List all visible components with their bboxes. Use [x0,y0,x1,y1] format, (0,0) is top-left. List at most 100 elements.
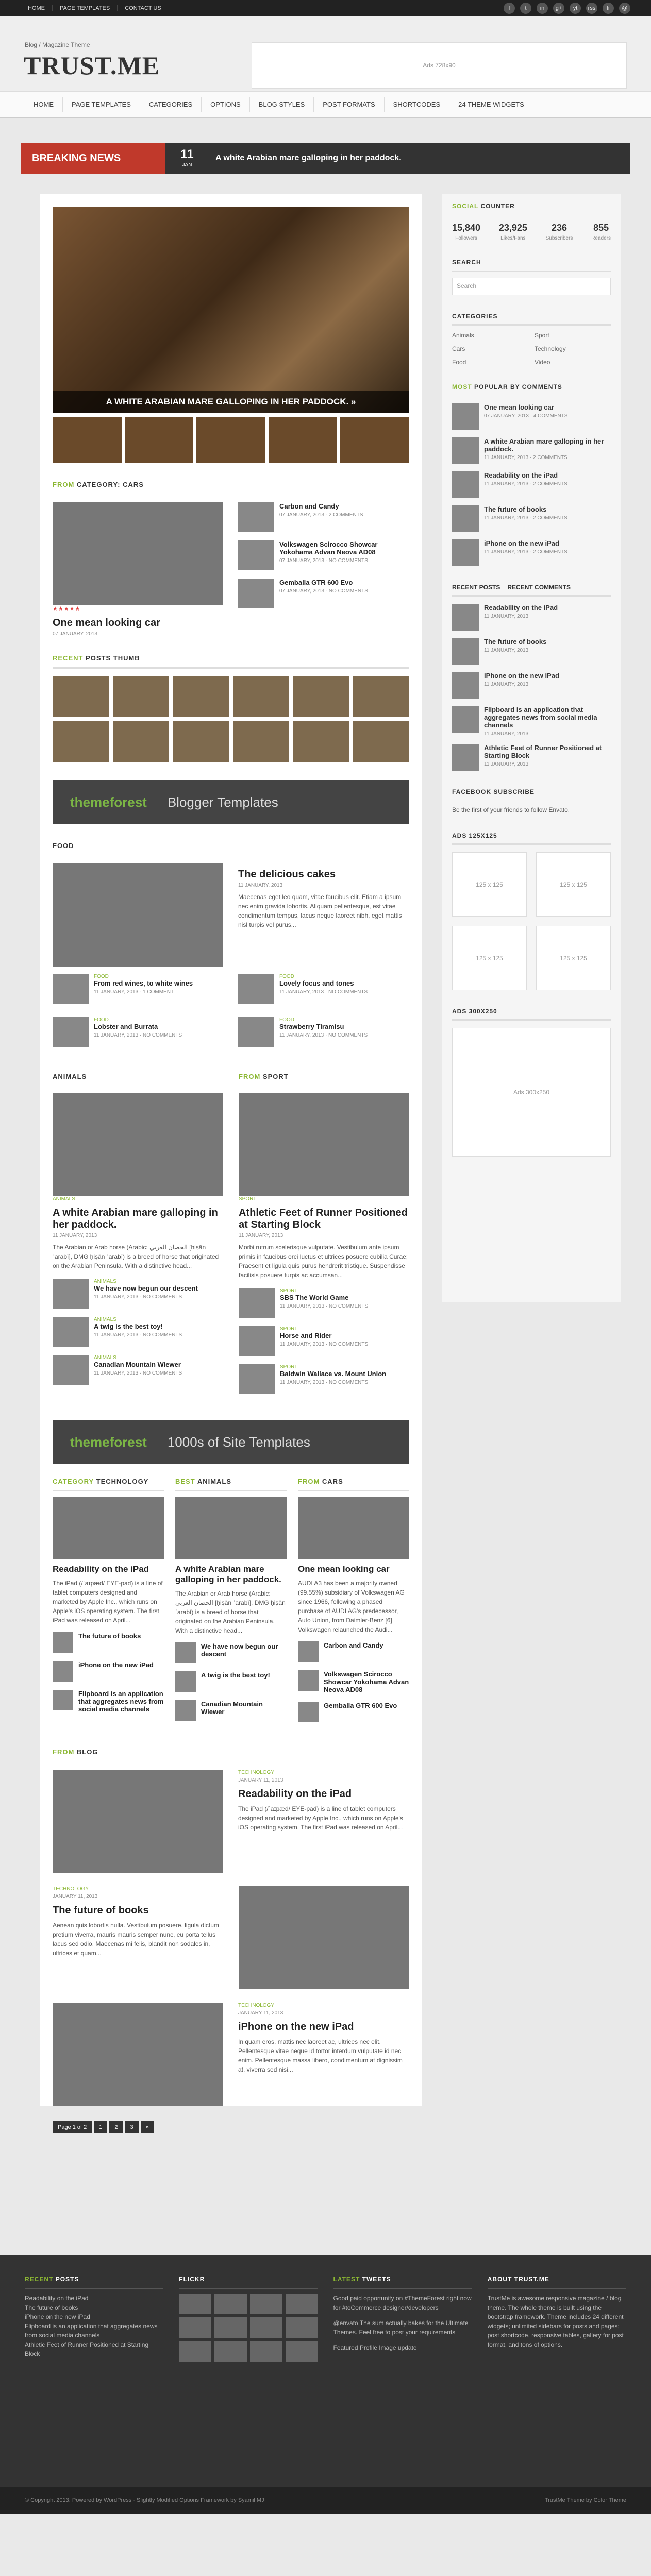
list-title[interactable]: Baldwin Wallace vs. Mount Union [280,1370,386,1378]
breaking-headline[interactable]: A white Arabian mare galloping in her pa… [215,154,402,163]
ad-slot[interactable]: 125 x 125 [536,926,611,990]
list-title[interactable]: Gemballa GTR 600 Evo [324,1702,397,1722]
list-thumb[interactable] [53,1632,73,1653]
list-title[interactable]: Carbon and Candy [324,1641,383,1662]
blog-title[interactable]: The future of books [53,1905,224,1917]
page-1[interactable]: 1 [94,2121,108,2133]
ad-slot[interactable]: 125 x 125 [536,852,611,917]
themeforest-banner-2[interactable]: themeforest 1000s of Site Templates [53,1420,409,1464]
list-thumb[interactable] [239,1288,275,1318]
recent-title[interactable]: Readability on the iPad [484,604,558,612]
email-icon[interactable]: @ [619,3,630,14]
list-cat[interactable]: SPORT [280,1288,368,1294]
column-image[interactable] [53,1497,164,1559]
page-2[interactable]: 2 [109,2121,123,2133]
tweet[interactable]: Good paid opportunity on #ThemeForest ri… [333,2294,472,2312]
sport-feature-title[interactable]: Athletic Feet of Runner Positioned at St… [239,1207,409,1231]
list-thumb[interactable] [53,1017,89,1047]
list-title[interactable]: Volkswagen Scirocco Showcar Yokohama Adv… [324,1670,409,1693]
footer-post-link[interactable]: Athletic Feet of Runner Positioned at St… [25,2340,163,2359]
thumb[interactable] [293,676,349,717]
nav-shortcodes[interactable]: SHORTCODES [385,97,450,112]
nav-blog-styles[interactable]: BLOG STYLES [250,97,314,112]
cars-feature-title[interactable]: One mean looking car [53,617,223,629]
nav-post-formats[interactable]: POST FORMATS [314,97,385,112]
linked-icon[interactable]: li [603,3,614,14]
counter-item[interactable]: 236 Subscribers [546,223,573,241]
animals-feature-image[interactable] [53,1093,223,1196]
linkedin-icon[interactable]: in [537,3,548,14]
flickr-photo[interactable] [214,2341,247,2362]
category-link[interactable]: Cars [452,345,528,352]
popular-title[interactable]: One mean looking car [484,403,567,411]
blog-title[interactable]: iPhone on the new iPad [238,2021,409,2033]
animals-feature-title[interactable]: A white Arabian mare galloping in her pa… [53,1207,223,1231]
thumb[interactable] [293,721,349,762]
list-title[interactable]: Volkswagen Scirocco Showcar Yokohama Adv… [279,540,409,556]
twitter-icon[interactable]: t [520,3,531,14]
header-ad[interactable]: Ads 728x90 [252,42,627,89]
recent-thumb[interactable] [452,638,479,665]
flickr-photo[interactable] [214,2294,247,2314]
list-thumb[interactable] [175,1700,196,1721]
category-link[interactable]: Food [452,359,528,366]
column-title[interactable]: One mean looking car [298,1564,409,1574]
feature-cat[interactable]: ANIMALS [53,1196,223,1202]
list-thumb[interactable] [53,1355,89,1385]
slider-thumb[interactable] [196,417,265,463]
recent-thumb[interactable] [452,744,479,771]
youtube-icon[interactable]: yt [570,3,581,14]
list-thumb[interactable] [53,1690,73,1710]
recent-title[interactable]: Flipboard is an application that aggrega… [484,706,611,729]
nav-home[interactable]: HOME [25,97,63,112]
flickr-photo[interactable] [179,2294,212,2314]
thumb[interactable] [353,721,409,762]
list-thumb[interactable] [238,579,274,608]
list-thumb[interactable] [53,1661,73,1682]
hero-slider[interactable]: A WHITE ARABIAN MARE GALLOPING IN HER PA… [53,207,409,413]
recent-thumb[interactable] [452,706,479,733]
list-thumb[interactable] [298,1702,319,1722]
nav-page-templates[interactable]: PAGE TEMPLATES [63,97,140,112]
list-title[interactable]: Lovely focus and tones [279,979,368,987]
counter-item[interactable]: 855 Readers [591,223,611,241]
top-link-home[interactable]: HOME [21,5,53,11]
category-link[interactable]: Video [535,359,611,366]
list-thumb[interactable] [238,540,274,570]
footer-post-link[interactable]: iPhone on the new iPad [25,2312,163,2321]
flickr-photo[interactable] [249,2317,282,2338]
facebook-icon[interactable]: f [504,3,515,14]
popular-title[interactable]: Readability on the iPad [484,471,567,479]
list-cat[interactable]: FOOD [94,974,193,979]
list-thumb[interactable] [238,1017,274,1047]
thumb[interactable] [353,676,409,717]
column-image[interactable] [298,1497,409,1559]
counter-item[interactable]: 15,840 Followers [452,223,480,241]
recent-title[interactable]: iPhone on the new iPad [484,672,559,680]
list-cat[interactable]: ANIMALS [94,1355,182,1361]
flickr-photo[interactable] [285,2317,318,2338]
list-cat[interactable]: FOOD [94,1017,182,1023]
list-title[interactable]: Canadian Mountain Wiewer [201,1700,287,1721]
footer-post-link[interactable]: Readability on the iPad [25,2294,163,2303]
list-thumb[interactable] [239,1326,275,1356]
list-title[interactable]: Flipboard is an application that aggrega… [78,1690,164,1713]
slider-thumb[interactable] [268,417,338,463]
tab-recent-comments[interactable]: RECENT COMMENTS [507,584,571,591]
nav-categories[interactable]: CATEGORIES [140,97,202,112]
top-link-contact[interactable]: CONTACT US [118,5,169,11]
flickr-photo[interactable] [285,2341,318,2362]
thumb[interactable] [173,721,229,762]
popular-thumb[interactable] [452,437,479,464]
list-title[interactable]: Horse and Rider [280,1332,368,1340]
nav-widgets[interactable]: 24 THEME WIDGETS [449,97,533,112]
top-link-templates[interactable]: PAGE TEMPLATES [53,5,118,11]
blog-image[interactable] [53,2003,223,2106]
column-image[interactable] [175,1497,287,1559]
thumb[interactable] [53,721,109,762]
list-title[interactable]: Gemballa GTR 600 Evo [279,579,368,586]
site-logo[interactable]: TRUST.ME [24,50,160,80]
category-link[interactable]: Sport [535,332,611,339]
list-title[interactable]: Carbon and Candy [279,502,363,510]
category-link[interactable]: Animals [452,332,528,339]
